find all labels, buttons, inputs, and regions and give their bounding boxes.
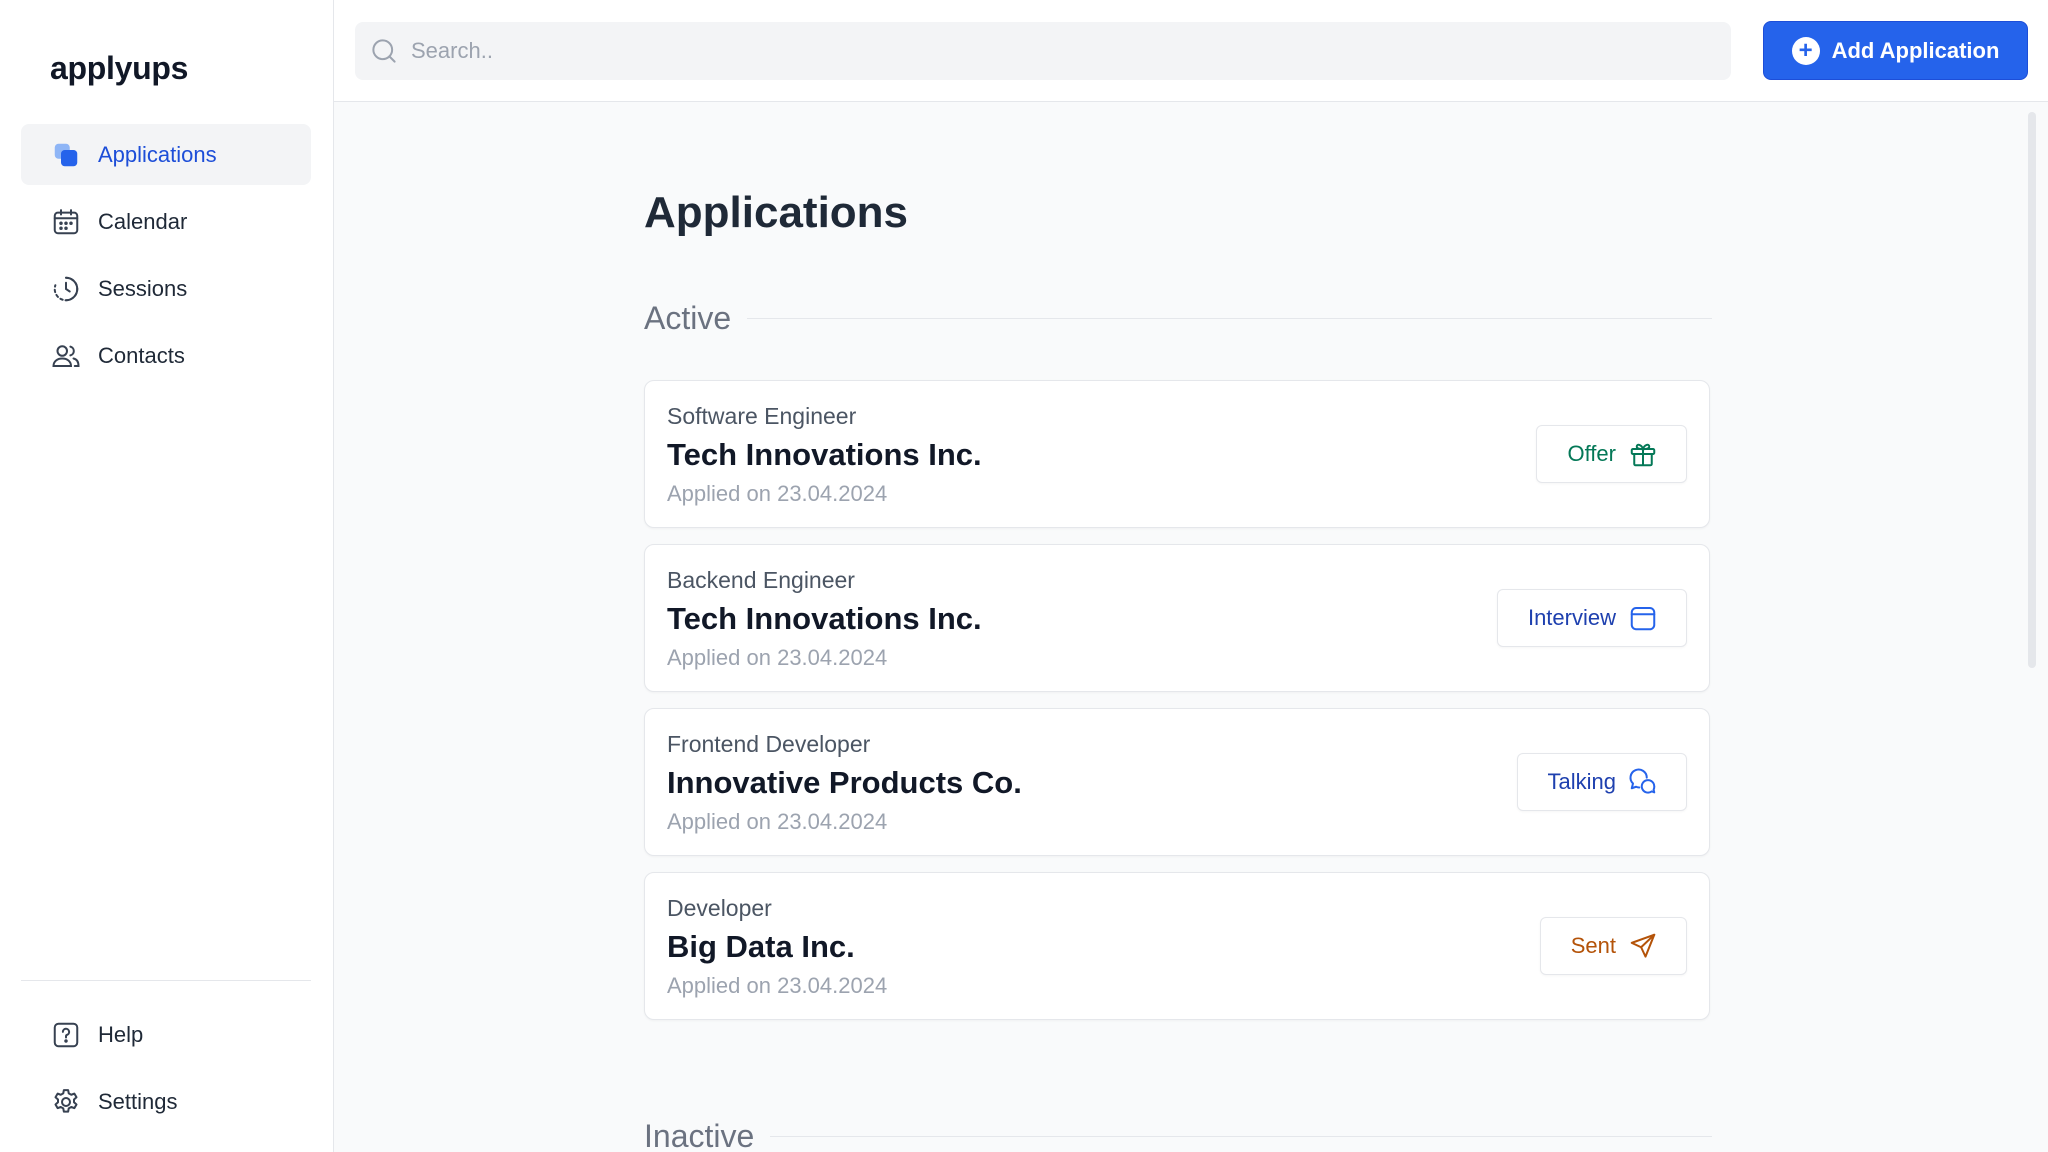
- gear-icon: [50, 1086, 82, 1118]
- application-card[interactable]: Frontend Developer Innovative Products C…: [644, 708, 1710, 856]
- send-icon: [1630, 933, 1656, 958]
- app-logo[interactable]: applyups: [50, 50, 188, 87]
- sidebar-item-label: Applications: [98, 141, 217, 167]
- sidebar-bottom-nav: Help Settings: [21, 1004, 311, 1138]
- divider: [770, 1136, 1712, 1137]
- sidebar-item-label: Help: [98, 1021, 144, 1047]
- section-label: Active: [644, 300, 732, 336]
- section-inactive-header: Inactive: [644, 1118, 1712, 1152]
- add-application-button[interactable]: + Add Application: [1763, 21, 2028, 80]
- application-company: Tech Innovations Inc.: [667, 437, 982, 472]
- sidebar-item-contacts[interactable]: Contacts: [21, 325, 311, 386]
- sidebar-item-calendar[interactable]: Calendar: [21, 191, 311, 252]
- search-input[interactable]: [411, 38, 1711, 64]
- page-title: Applications: [644, 188, 909, 237]
- sidebar-item-label: Contacts: [98, 342, 185, 368]
- search-icon: [372, 39, 396, 63]
- sidebar-item-sessions[interactable]: Sessions: [21, 258, 311, 319]
- sidebar-item-applications[interactable]: Applications: [21, 124, 311, 185]
- application-role: Software Engineer: [667, 403, 857, 429]
- status-label: Interview: [1527, 605, 1616, 630]
- sidebar-divider: [21, 980, 311, 981]
- sidebar-nav: Applications Calendar Sessions Contacts: [21, 124, 311, 392]
- gift-icon: [1630, 443, 1656, 467]
- history-icon: [50, 273, 82, 305]
- sidebar-item-label: Settings: [98, 1088, 178, 1114]
- calendar-icon: [1630, 607, 1656, 631]
- application-role: Developer: [667, 895, 772, 921]
- application-card[interactable]: Developer Big Data Inc. Applied on 23.04…: [644, 872, 1710, 1020]
- users-icon: [50, 340, 82, 372]
- status-button-talking[interactable]: Talking: [1516, 753, 1687, 811]
- status-button-offer[interactable]: Offer: [1536, 425, 1687, 483]
- applications-icon: [50, 139, 82, 171]
- plus-circle-icon: +: [1791, 36, 1820, 65]
- application-role: Backend Engineer: [667, 567, 855, 593]
- search-bar[interactable]: [355, 22, 1731, 80]
- section-active-header: Active: [644, 300, 1712, 337]
- status-label: Talking: [1547, 769, 1616, 794]
- application-date: Applied on 23.04.2024: [667, 809, 888, 834]
- sidebar-item-label: Calendar: [98, 208, 188, 234]
- add-application-label: Add Application: [1831, 37, 2000, 63]
- scrollbar[interactable]: [2028, 112, 2036, 668]
- application-company: Big Data Inc.: [667, 929, 855, 964]
- application-date: Applied on 23.04.2024: [667, 481, 888, 506]
- help-icon: [50, 1019, 82, 1051]
- sidebar: applyups Applications Calendar Sessions …: [0, 0, 334, 1152]
- sidebar-item-label: Sessions: [98, 275, 188, 301]
- application-card[interactable]: Software Engineer Tech Innovations Inc. …: [644, 380, 1710, 528]
- chat-icon: [1629, 768, 1656, 794]
- application-date: Applied on 23.04.2024: [667, 973, 888, 998]
- status-button-sent[interactable]: Sent: [1539, 917, 1687, 975]
- calendar-icon: [50, 206, 82, 238]
- status-label: Sent: [1570, 933, 1616, 958]
- status-button-interview[interactable]: Interview: [1496, 589, 1687, 647]
- application-date: Applied on 23.04.2024: [667, 645, 888, 670]
- application-company: Tech Innovations Inc.: [667, 601, 982, 636]
- top-bar: + Add Application: [334, 0, 2048, 102]
- status-label: Offer: [1567, 441, 1616, 466]
- sidebar-item-help[interactable]: Help: [21, 1004, 311, 1065]
- divider: [747, 318, 1712, 319]
- application-role: Frontend Developer: [667, 731, 871, 757]
- application-card[interactable]: Backend Engineer Tech Innovations Inc. A…: [644, 544, 1710, 692]
- sidebar-item-settings[interactable]: Settings: [21, 1071, 311, 1132]
- section-label: Inactive: [644, 1118, 755, 1152]
- application-company: Innovative Products Co.: [667, 765, 1022, 800]
